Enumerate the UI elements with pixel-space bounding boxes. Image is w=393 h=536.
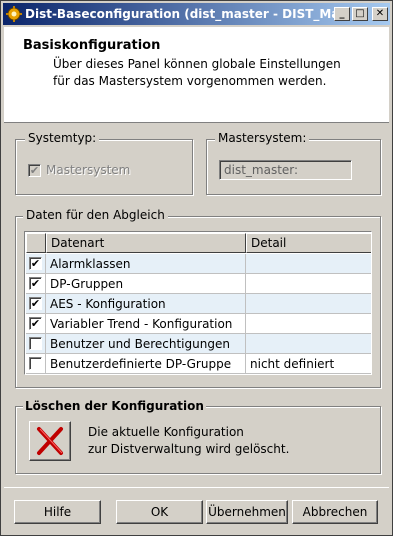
delete-x-icon bbox=[37, 427, 63, 455]
minimize-button[interactable]: _ bbox=[334, 7, 350, 21]
delete-config-button[interactable] bbox=[29, 421, 71, 461]
uebernehmen-button[interactable]: Übernehmen bbox=[206, 500, 288, 524]
table-row[interactable]: ✔ AES - Konfiguration bbox=[26, 294, 371, 314]
table-row[interactable]: ✔ DP-Gruppen bbox=[26, 274, 371, 294]
detail-cell bbox=[246, 334, 371, 354]
app-gear-icon bbox=[6, 6, 22, 22]
table-row[interactable]: ✔ Alarmklassen bbox=[26, 254, 371, 274]
mastersystem-field[interactable]: dist_master: bbox=[219, 160, 352, 180]
loeschen-description-line2: zur Distverwaltung wird gelöscht. bbox=[88, 442, 290, 456]
maximize-button[interactable]: □ bbox=[352, 7, 368, 21]
mastersystem-checkbox-label: Mastersystem bbox=[46, 163, 131, 177]
maximize-icon: □ bbox=[355, 8, 365, 19]
column-header-datenart[interactable]: Datenart bbox=[46, 233, 246, 253]
checkmark-icon: ✔ bbox=[30, 277, 41, 290]
column-header-detail[interactable]: Detail bbox=[246, 233, 371, 253]
checkmark-icon: ✔ bbox=[30, 257, 41, 270]
row-checkbox[interactable]: ✔ bbox=[29, 317, 42, 330]
row-checkbox[interactable]: ✔ bbox=[29, 257, 42, 270]
header-description-line1: Über dieses Panel können globale Einstel… bbox=[53, 57, 341, 71]
header-description-line2: für das Mastersystem vorgenommen werden. bbox=[53, 74, 327, 88]
row-checkbox[interactable]: ✔ bbox=[29, 297, 42, 310]
mastersystem-label: Mastersystem: bbox=[215, 131, 310, 145]
loeschen-description: Die aktuelle Konfiguration zur Distverwa… bbox=[88, 424, 289, 458]
mastersystem-checkbox[interactable]: ✔ bbox=[28, 164, 41, 177]
detail-cell bbox=[246, 314, 371, 334]
table-row[interactable]: ✔ Variabler Trend - Konfiguration bbox=[26, 314, 371, 334]
detail-cell bbox=[246, 254, 371, 274]
detail-cell: nicht definiert bbox=[246, 354, 371, 374]
close-button[interactable]: ✕ bbox=[372, 7, 388, 21]
datenart-cell: Benutzerdefinierte DP-Gruppe bbox=[46, 354, 246, 374]
window-title: Dist-Baseconfiguration (dist_master - DI… bbox=[25, 7, 335, 21]
column-header-check[interactable] bbox=[26, 233, 46, 253]
datenart-cell: Alarmklassen bbox=[46, 254, 246, 274]
row-checkbox[interactable] bbox=[29, 337, 42, 350]
checkmark-icon: ✔ bbox=[29, 164, 40, 177]
minimize-icon: _ bbox=[339, 8, 345, 19]
datenart-cell: Variabler Trend - Konfiguration bbox=[46, 314, 246, 334]
title-bar[interactable]: Dist-Baseconfiguration (dist_master - DI… bbox=[3, 3, 390, 25]
loeschen-label: Löschen der Konfiguration bbox=[23, 399, 206, 413]
datenart-cell: AES - Konfiguration bbox=[46, 294, 246, 314]
row-checkbox[interactable] bbox=[29, 357, 42, 370]
close-icon: ✕ bbox=[375, 8, 385, 19]
abgleich-table[interactable]: Datenart Detail ✔ Alarmklassen ✔ DP-Grup… bbox=[24, 231, 372, 375]
table-row[interactable]: Benutzerdefinierte DP-Gruppe nicht defin… bbox=[26, 354, 371, 374]
datenart-cell: Benutzer und Berechtigungen bbox=[46, 334, 246, 354]
systemtyp-label: Systemtyp: bbox=[25, 131, 100, 145]
ok-button[interactable]: OK bbox=[116, 500, 203, 524]
table-row[interactable]: Benutzer und Berechtigungen bbox=[26, 334, 371, 354]
hilfe-button[interactable]: Hilfe bbox=[14, 500, 101, 524]
row-checkbox[interactable]: ✔ bbox=[29, 277, 42, 290]
detail-cell bbox=[246, 294, 371, 314]
abgleich-label: Daten für den Abgleich bbox=[23, 208, 168, 222]
button-bar: Hilfe OK Übernehmen Abbrechen bbox=[4, 487, 389, 533]
header-panel: Basiskonfiguration Über dieses Panel kön… bbox=[4, 27, 389, 123]
header-description: Über dieses Panel können globale Einstel… bbox=[53, 56, 373, 90]
checkmark-icon: ✔ bbox=[30, 317, 41, 330]
header-title: Basiskonfiguration bbox=[23, 38, 161, 53]
datenart-cell: DP-Gruppen bbox=[46, 274, 246, 294]
detail-cell bbox=[246, 274, 371, 294]
checkmark-icon: ✔ bbox=[30, 297, 41, 310]
dialog-window: Dist-Baseconfiguration (dist_master - DI… bbox=[0, 0, 393, 536]
loeschen-description-line1: Die aktuelle Konfiguration bbox=[88, 425, 244, 439]
abbrechen-button[interactable]: Abbrechen bbox=[292, 500, 378, 524]
